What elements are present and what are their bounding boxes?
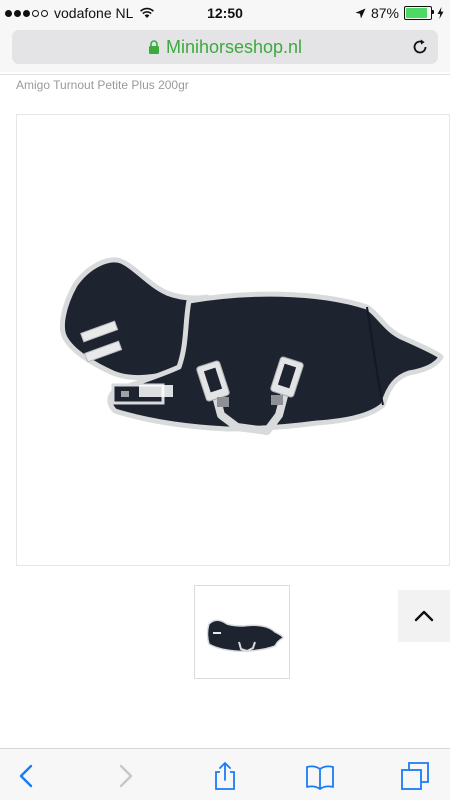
chevron-up-icon — [414, 610, 434, 622]
share-icon[interactable] — [210, 761, 240, 791]
product-thumbnail[interactable] — [194, 585, 290, 679]
lock-icon — [148, 40, 159, 54]
back-chevron-icon[interactable] — [12, 761, 42, 791]
status-right: 87% — [355, 0, 444, 26]
product-title: Amigo Turnout Petite Plus 200gr — [16, 78, 189, 92]
battery-percent: 87% — [370, 5, 399, 21]
address-text-container[interactable]: Minihorseshop.nl — [12, 30, 438, 64]
product-image[interactable] — [16, 114, 450, 566]
forward-chevron-icon[interactable] — [110, 761, 140, 791]
tabs-icon[interactable] — [400, 761, 430, 791]
browser-toolbar — [0, 748, 450, 800]
horse-blanket-image — [60, 257, 444, 435]
charging-bolt-icon — [437, 7, 444, 19]
location-arrow-icon — [355, 8, 366, 18]
horse-blanket-thumbnail — [206, 619, 284, 653]
reload-icon[interactable] — [410, 37, 430, 57]
header-divider — [0, 74, 450, 75]
url-text[interactable]: Minihorseshop.nl — [166, 37, 302, 57]
battery-icon — [404, 6, 434, 20]
bookmarks-icon[interactable] — [305, 761, 335, 791]
browser-address-area: Minihorseshop.nl — [0, 26, 450, 72]
battery-level — [406, 8, 427, 18]
status-bar: vodafone NL 12:50 87% — [0, 0, 450, 26]
scroll-to-top-button[interactable] — [398, 590, 450, 642]
address-bar[interactable]: Minihorseshop.nl — [12, 30, 438, 64]
